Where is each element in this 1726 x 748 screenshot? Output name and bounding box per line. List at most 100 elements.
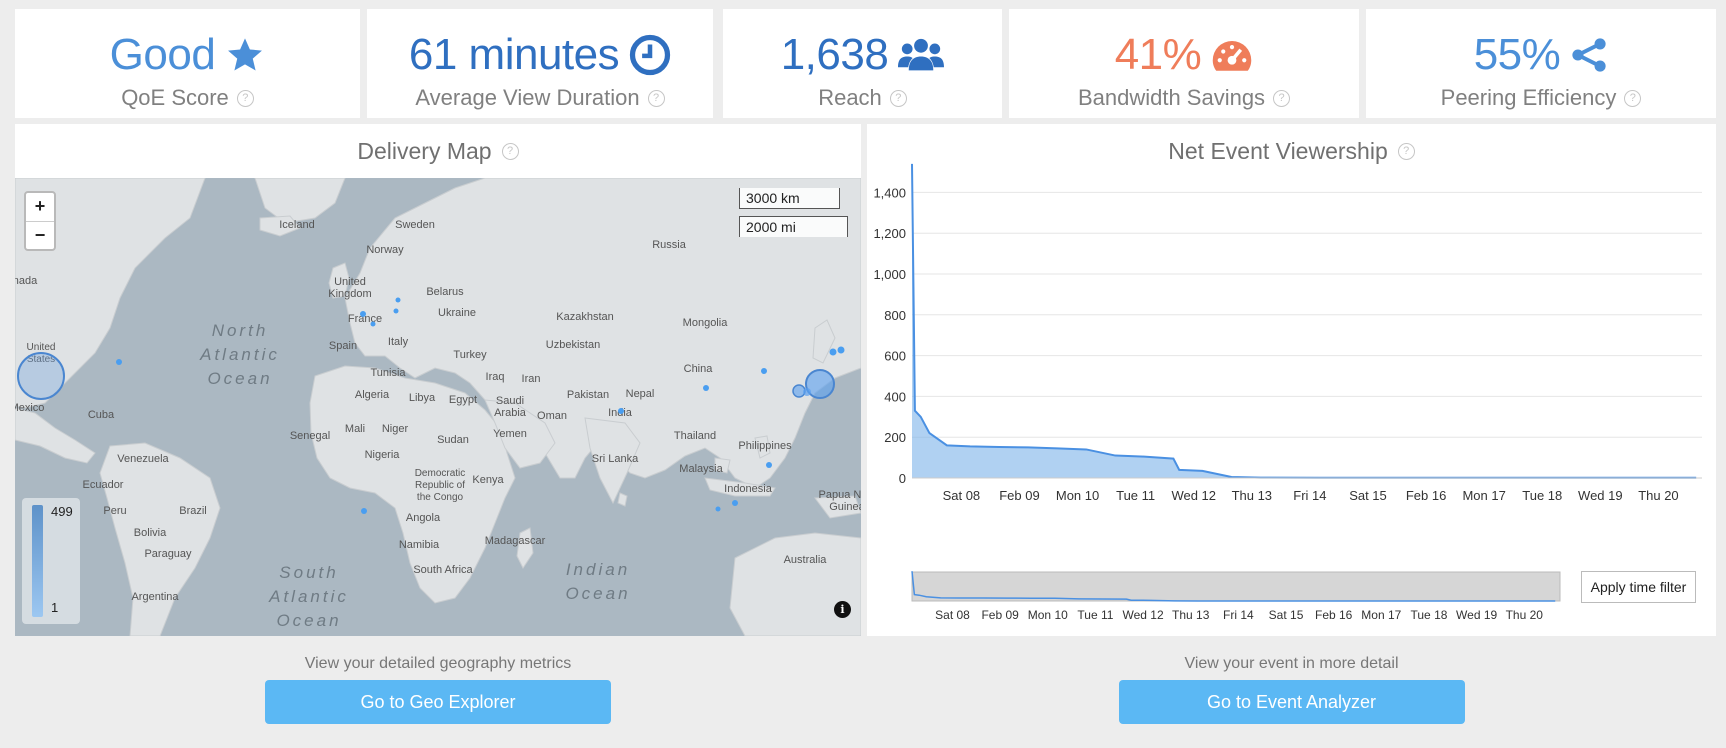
- info-icon[interactable]: i: [834, 601, 851, 618]
- bubble[interactable]: [829, 348, 837, 356]
- map-label: Niger: [382, 423, 409, 435]
- y-tick-label: 1,000: [873, 267, 906, 282]
- map-label: Thailand: [674, 430, 716, 442]
- x-tick-label: Feb 09: [999, 488, 1039, 503]
- map-label: nada: [15, 275, 38, 287]
- map-label: Sudan: [437, 434, 469, 446]
- bubble[interactable]: [116, 359, 122, 365]
- bubble[interactable]: [17, 352, 65, 400]
- map-label: Italy: [388, 336, 409, 348]
- map-label: Belarus: [426, 286, 464, 298]
- help-icon[interactable]: ?: [647, 89, 665, 107]
- bubble[interactable]: [761, 368, 767, 374]
- bubble[interactable]: [360, 311, 366, 317]
- x-tick-label: Mon 17: [1462, 488, 1505, 503]
- kpi-bandwidth-savings: 41% Bandwidth Savings?: [1009, 9, 1359, 118]
- map-label: Nepal: [626, 388, 655, 400]
- bubble[interactable]: [618, 408, 624, 414]
- map-label: Democratic: [415, 468, 466, 479]
- go-to-event-analyzer-button[interactable]: Go to Event Analyzer: [1118, 680, 1465, 724]
- zoom-out-button[interactable]: −: [26, 221, 54, 249]
- bubble[interactable]: [766, 462, 772, 468]
- share-icon: [1572, 38, 1606, 72]
- ocean-label: Atlantic: [268, 587, 349, 606]
- x-tick-label: Feb 16: [1406, 488, 1446, 503]
- bubble[interactable]: [370, 321, 376, 327]
- map-label: Yemen: [493, 428, 527, 440]
- map-label: Nigeria: [365, 449, 401, 461]
- bubble[interactable]: [703, 385, 709, 391]
- ocean-label: Ocean: [276, 611, 341, 630]
- navigator-window: [911, 571, 1561, 602]
- map-label: Iran: [522, 373, 541, 385]
- apply-time-filter-button[interactable]: Apply time filter: [1581, 571, 1696, 603]
- map-scale-mi: 2000 mi: [739, 216, 848, 237]
- map-label: Norway: [366, 244, 404, 256]
- bubble[interactable]: [837, 346, 845, 354]
- map-label: Turkey: [453, 349, 487, 361]
- x-tick-label: Fri 14: [1293, 488, 1326, 503]
- help-icon[interactable]: ?: [889, 89, 907, 107]
- dashboard: Good QoE Score? 61 minutes Average View …: [0, 0, 1726, 748]
- go-to-geo-explorer-button[interactable]: Go to Geo Explorer: [265, 680, 611, 724]
- delivery-map-panel: Delivery Map? Iceland Sweden Norway Russ…: [15, 124, 861, 636]
- help-icon[interactable]: ?: [236, 89, 254, 107]
- viewership-chart[interactable]: 0 200 400 600 800 1,000 1,200 1,400 Sat 08 Feb 09…: [867, 124, 1716, 636]
- navigator-tick-label: Thu 20: [1506, 608, 1544, 622]
- kpi-row: Good QoE Score? 61 minutes Average View …: [15, 9, 1716, 118]
- bubble[interactable]: [803, 388, 811, 396]
- legend-min: 1: [51, 600, 59, 615]
- geo-cta: View your detailed geography metrics Go …: [15, 655, 861, 724]
- map-label: Kenya: [472, 474, 504, 486]
- map-label: Pakistan: [567, 389, 609, 401]
- navigator-tick-label: Feb 09: [981, 608, 1019, 622]
- legend-gradient: [32, 505, 43, 617]
- help-icon[interactable]: ?: [1624, 89, 1642, 107]
- map-label: Australia: [784, 554, 828, 566]
- map-label: Algeria: [355, 389, 390, 401]
- map-label: Ukraine: [438, 307, 476, 319]
- bubble[interactable]: [715, 506, 721, 512]
- map-label: Brazil: [179, 505, 207, 517]
- ocean-label: South: [279, 563, 338, 582]
- map-label: Iceland: [279, 219, 314, 231]
- navigator-tick-label: Wed 12: [1123, 608, 1164, 622]
- map-label: Mali: [345, 423, 365, 435]
- delivery-map[interactable]: Iceland Sweden Norway Russia United King…: [15, 178, 861, 636]
- x-tick-label: Tue 18: [1522, 488, 1562, 503]
- panel-title: Delivery Map: [357, 138, 492, 164]
- bubble[interactable]: [361, 508, 367, 514]
- map-label: Ecuador: [83, 479, 124, 491]
- map-label: Sri Lanka: [592, 453, 639, 465]
- map-label: China: [684, 363, 714, 375]
- map-label: Venezuela: [117, 453, 169, 465]
- bubble[interactable]: [393, 308, 399, 314]
- help-icon[interactable]: ?: [501, 143, 519, 160]
- x-tick-label: Thu 20: [1638, 488, 1678, 503]
- kpi-value: Good: [109, 30, 216, 79]
- map-label: South Africa: [413, 564, 473, 576]
- clock-icon: [629, 34, 671, 76]
- navigator-tick-label: Mon 10: [1028, 608, 1068, 622]
- map-label: Paraguay: [144, 548, 192, 560]
- y-tick-label: 200: [884, 430, 906, 445]
- map-label: Senegal: [290, 430, 330, 442]
- map-scale-km: 3000 km: [739, 188, 840, 209]
- zoom-in-button[interactable]: +: [26, 193, 54, 221]
- kpi-label: Bandwidth Savings: [1077, 85, 1266, 110]
- navigator-tick-label: Fri 14: [1223, 608, 1254, 622]
- map-label: Indonesia: [724, 483, 773, 495]
- viewership-series-line: [911, 163, 1697, 479]
- map-label: Mongolia: [683, 317, 729, 329]
- bubble[interactable]: [732, 500, 738, 506]
- help-icon[interactable]: ?: [1273, 89, 1291, 107]
- y-tick-label: 400: [884, 389, 906, 404]
- y-tick-label: 1,200: [873, 226, 906, 241]
- map-label: Kazakhstan: [556, 311, 613, 323]
- bubble[interactable]: [395, 297, 401, 303]
- map-label: Papua Ne: [819, 489, 861, 501]
- geo-cta-text: View your detailed geography metrics: [304, 655, 572, 672]
- kpi-value: 41%: [1114, 30, 1202, 79]
- ocean-label: Ocean: [207, 369, 272, 388]
- map-label: Saudi: [496, 395, 524, 407]
